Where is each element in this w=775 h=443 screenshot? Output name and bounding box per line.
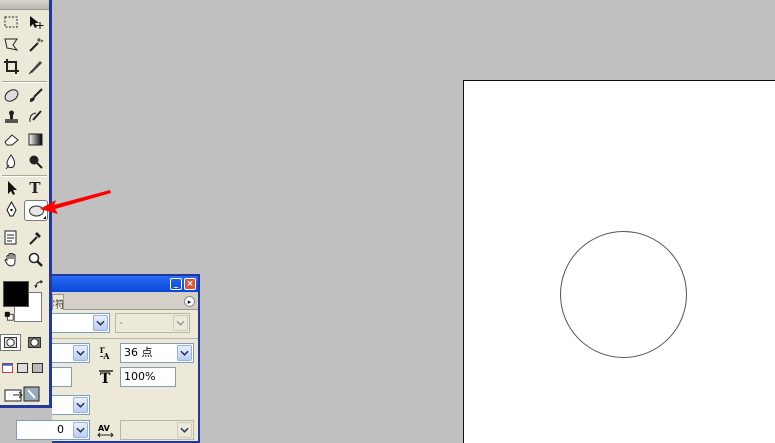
panel-divider [52,338,198,339]
chevron-down-icon[interactable] [93,315,108,331]
tab-character-label: 字符 [53,300,64,310]
font-style-value: - [119,316,123,329]
hand-icon [3,253,15,267]
screen-mode-full-menu[interactable] [15,360,29,376]
foreground-color-swatch[interactable] [3,281,29,307]
svg-text:AV: AV [98,424,111,433]
screen-mode-standard[interactable] [0,360,14,376]
font-style-select[interactable]: - [115,313,190,333]
notes-tool[interactable] [1,228,21,247]
palette-titlebar[interactable]: _ × [52,276,198,292]
move-tool[interactable] [25,13,45,32]
chevron-down-icon[interactable] [177,422,192,438]
baseline-select[interactable] [52,395,90,415]
tracking-icon: AV [96,420,116,440]
marquee-icon [4,16,17,28]
svg-text:A: A [102,352,110,360]
quick-mask-button[interactable] [24,334,45,351]
blur-tool[interactable] [1,152,21,171]
document-canvas[interactable] [463,80,775,443]
imageready-icon [4,386,40,402]
leading-icon: IA [96,343,116,363]
character-palette: _ × 字符 ▸ - IA 36 点 T 100% [16,274,200,443]
history-brush-tool[interactable] [25,108,45,127]
brush-icon [29,88,43,102]
hand-tool[interactable] [1,250,21,269]
leading-select[interactable]: 36 点 [120,343,194,363]
palette-menu-button[interactable]: ▸ [184,296,195,307]
clone-stamp-tool[interactable] [1,108,21,127]
svg-text:T: T [100,371,111,385]
crop-tool[interactable] [1,57,21,76]
toolbox-divider [2,175,47,177]
eraser-icon [3,134,19,146]
window-icon [16,363,28,373]
magic-wand-icon [28,38,43,52]
crop-icon [3,59,19,74]
annotation-arrow [40,190,111,214]
drop-icon [5,154,15,170]
brush-tool[interactable] [25,86,45,105]
dodge-tool[interactable] [25,152,45,171]
menu-arrow-icon: ▸ [187,298,192,306]
path-selection-tool[interactable] [1,178,21,197]
font-family-select[interactable] [52,313,110,333]
font-size-input[interactable] [52,343,90,363]
dodge-icon [29,155,43,169]
vertical-scale-input[interactable]: 100% [120,367,176,387]
type-tool-label: T [29,178,41,197]
move-icon [29,16,43,29]
swap-colors-icon[interactable] [30,276,48,292]
chevron-down-icon[interactable] [177,345,192,361]
ellipse-shape [560,231,687,358]
vertical-scale-icon: T [96,367,116,387]
standard-mode-button[interactable] [0,334,21,351]
pen-tool[interactable] [1,200,21,219]
arrow-pointer-icon [7,181,17,195]
chevron-down-icon[interactable] [173,315,188,331]
minimize-icon[interactable]: _ [170,278,182,290]
lasso-tool[interactable] [1,35,21,54]
history-brush-icon [28,110,42,123]
default-colors-icon[interactable] [0,308,18,324]
quick-mask-icon [28,337,41,348]
magic-wand-tool[interactable] [25,35,45,54]
toolbox-header [0,0,49,10]
rectangular-marquee-tool[interactable] [1,13,21,32]
magnifier-icon [28,252,43,267]
toolbox-divider [2,81,47,83]
kerning-value: 0 [57,423,64,436]
screen-mode-full[interactable] [30,360,44,376]
eyedropper-tool[interactable] [25,228,45,247]
notes-icon [4,230,16,245]
bandage-icon [4,89,18,102]
stamp-icon [4,110,18,123]
slice-knife-icon [28,61,42,75]
jump-to-imageready-button[interactable] [2,384,42,404]
polygonal-lasso-icon [3,38,18,51]
zoom-tool[interactable] [25,250,45,269]
tracking-select[interactable] [120,420,194,440]
font-size-value: 36 点 [124,346,153,359]
close-icon[interactable]: × [184,278,196,290]
tab-character[interactable]: 字符 [52,294,64,310]
eyedropper-icon [28,232,41,245]
eraser-tool[interactable] [1,130,21,149]
horizontal-scale-input[interactable] [52,367,72,387]
chevron-down-icon[interactable] [73,345,88,361]
gradient-icon [28,133,42,146]
kerning-select[interactable]: 0 [16,420,90,440]
vertical-scale-value: 100% [124,370,156,383]
standard-mode-icon [4,337,17,348]
gradient-tool[interactable] [25,130,45,149]
slice-tool[interactable] [25,57,45,76]
chevron-down-icon[interactable] [73,422,88,438]
healing-brush-tool[interactable] [1,86,21,105]
chevron-down-icon[interactable] [73,397,88,413]
pen-nib-icon [5,201,17,217]
palette-tab-row: 字符 ▸ [52,292,198,310]
window-icon [31,363,43,373]
window-icon [1,363,13,373]
